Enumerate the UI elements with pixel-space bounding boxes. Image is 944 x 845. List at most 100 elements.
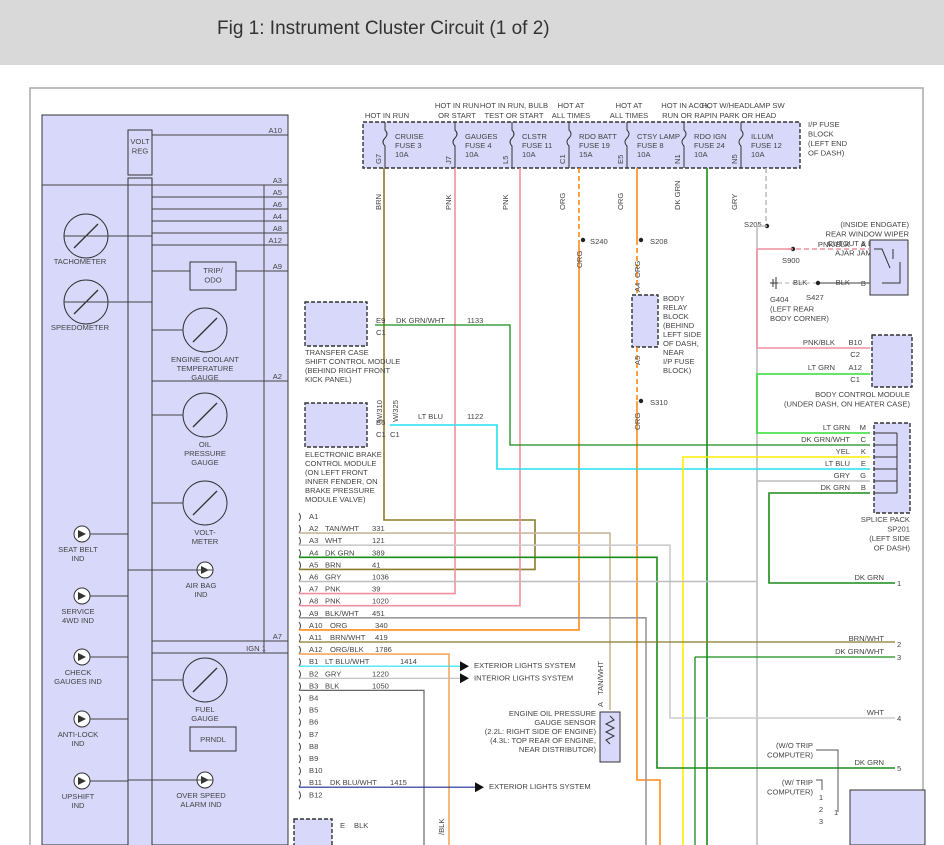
pin-label: K: [861, 447, 866, 456]
trip-label: COMPUTER): [767, 751, 813, 760]
fuse-rating: 10A: [694, 150, 708, 159]
fuse-hot-label: ALL TIMES: [552, 111, 590, 120]
connector-label: C1: [376, 430, 386, 439]
ebcm-module: [304, 402, 368, 448]
pin-label: B10: [848, 338, 862, 347]
transfer-case-label: KICK PANEL): [305, 375, 352, 384]
connector-pin-icon: [298, 645, 301, 655]
bottom-module: [293, 818, 333, 845]
splice-dot: [638, 237, 644, 243]
ebcm-label: MODULE VALVE): [305, 495, 366, 504]
fuse-number: FUSE 3: [395, 141, 422, 150]
wire-color-label: LT BLU: [418, 412, 443, 421]
connector-pin-icon: [298, 609, 301, 619]
trip-label: (W/ TRIP: [782, 778, 813, 787]
connector-pin-icon: [298, 573, 301, 582]
body-relay-label: OF DASH,: [663, 339, 699, 348]
wire-color-label: ORG: [616, 193, 625, 210]
fuse-rating: 10A: [465, 150, 479, 159]
splice-label: S900: [782, 256, 800, 265]
connector-circuit-label: 1036: [372, 573, 389, 582]
cluster-pin-label: A6: [273, 200, 282, 209]
cluster-pin-label: A9: [273, 262, 282, 271]
gauge-label: ENGINE COOLANT: [171, 355, 239, 364]
indicator-label: UPSHIFT: [62, 792, 95, 801]
bcm-label: (UNDER DASH, ON HEATER CASE): [784, 400, 910, 409]
indicator-label: ALARM IND: [180, 800, 222, 809]
fuse-number: FUSE 12: [751, 141, 782, 150]
wire-dk-grn-wht: [375, 324, 870, 446]
connector-wire-label: WHT: [325, 536, 343, 545]
sensor-label: ENGINE OIL PRESSURE: [509, 709, 596, 718]
output-number: 4: [897, 714, 901, 723]
fuse-hot-label: IN PARK OR HEAD: [710, 111, 777, 120]
gauge-label: TEMPERATURE: [177, 364, 234, 373]
connector-pin-label: B9: [309, 754, 318, 763]
gauge-label: GAUGE: [191, 458, 218, 467]
indicator-label: IND: [194, 590, 208, 599]
connector-pin-label: A6: [309, 573, 318, 582]
connector-circuit-label: 451: [372, 609, 385, 618]
connector-pin-icon: [298, 536, 301, 546]
body-relay-label: BLOCK: [663, 312, 689, 321]
pin-label: E: [861, 459, 866, 468]
fuse-name: CTSY LAMP: [637, 132, 680, 141]
connector-pin-icon: [298, 766, 301, 776]
cluster-pin-label: A7: [273, 632, 282, 641]
connector-pin-label: A8: [309, 597, 318, 606]
connector-pin-icon: [298, 585, 301, 594]
ebcm-label: ELECTRONIC BRAKE: [305, 450, 382, 459]
connector-pin-label: B8: [309, 742, 318, 751]
indicator-label: GAUGES IND: [54, 677, 102, 686]
wire-color-label: DK GRN: [820, 483, 850, 492]
connector-pin-label: B2: [309, 669, 318, 678]
ebcm-label: BRAKE PRESSURE: [305, 486, 375, 495]
wire-color-label: BLK: [836, 278, 850, 287]
body-relay-block: [631, 294, 659, 348]
connector-pin-icon: [298, 694, 301, 703]
connector-pin-label: B1: [309, 657, 318, 666]
cluster-pin-label: A8: [273, 224, 282, 233]
connector-circuit-label: 39: [372, 585, 380, 594]
fuse-block-label: (LEFT END: [808, 139, 848, 148]
cluster-pin-label: A10: [268, 126, 282, 135]
wire-color-label: DK GRN: [673, 180, 682, 210]
wire-color-label: LT GRN: [823, 423, 850, 432]
cluster-pin-label: A3: [273, 176, 282, 185]
fuse-pin-label: L5: [501, 156, 510, 164]
connector-pin-label: B6: [309, 718, 318, 727]
transfer-case-label: TRANSFER CASE: [305, 348, 369, 357]
connector-pin-icon: [298, 561, 301, 570]
indicator-label: IND: [71, 739, 85, 748]
fuse-hot-label: HOT IN RUN: [435, 101, 479, 110]
gauge-label: METER: [192, 537, 219, 546]
trip-odo-label: ODO: [204, 276, 221, 285]
fuse-rating: 10A: [751, 150, 765, 159]
sensor-label: NEAR DISTRIBUTOR): [519, 745, 597, 754]
connector-wire-label: TAN/WHT: [325, 524, 359, 533]
variant-label: W/325: [391, 400, 400, 422]
fuse-name: ILLUM: [751, 132, 773, 141]
wiring-diagram: VOLTREGA10A3A5A6A4A8A12A9A2A7IGN 1TRIP/O…: [29, 87, 926, 845]
ebcm-label: CONTROL MODULE: [305, 459, 376, 468]
sensor-label: GAUGE SENSOR: [534, 718, 596, 727]
connector-pin-icon: [298, 657, 301, 667]
connector-pin-icon: [298, 549, 301, 558]
body-relay-label: RELAY: [663, 303, 687, 312]
output-number: 2: [897, 640, 901, 649]
connector-wire-label: PNK: [325, 585, 341, 594]
wire-color-label: /BLK: [437, 819, 446, 835]
fuse-rating: 10A: [395, 150, 409, 159]
indicator-label: 4WD IND: [62, 616, 95, 625]
wire-color-label: PNK/BLK: [803, 338, 835, 347]
wiper-switch-label: (INSIDE ENDGATE): [840, 220, 909, 229]
connector-pin-label: B10: [309, 766, 323, 775]
fuse-rating: 10A: [522, 150, 536, 159]
fuse-pin-label: J7: [444, 156, 453, 164]
fuse-block-label: OF DASH): [808, 149, 845, 158]
splice-pack-label: (LEFT SIDE: [869, 534, 910, 543]
volt-reg-label: VOLT: [130, 137, 150, 146]
splice-label: S427: [806, 293, 824, 302]
trip-computer-box: [849, 789, 926, 845]
connector-pin-label: B3: [309, 681, 318, 690]
